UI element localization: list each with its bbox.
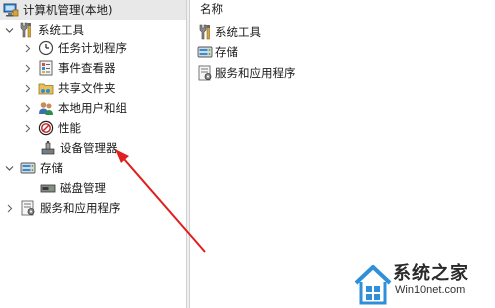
tree-item-label: 性能 bbox=[58, 121, 81, 135]
tree-item-device-manager[interactable]: 设备管理器 bbox=[0, 138, 118, 158]
tools-icon bbox=[197, 24, 213, 40]
chevron-right-icon[interactable] bbox=[21, 58, 33, 78]
list-item-label: 服务和应用程序 bbox=[215, 66, 296, 80]
tree-item-label: 设备管理器 bbox=[60, 141, 118, 155]
services-icon bbox=[197, 65, 213, 81]
disk-icon bbox=[40, 180, 56, 196]
tree-item-event-viewer[interactable]: 事件查看器 bbox=[0, 58, 116, 78]
users-icon bbox=[38, 100, 54, 116]
tree-item-label: 系统工具 bbox=[38, 23, 84, 37]
tree-item-label: 任务计划程序 bbox=[58, 41, 127, 55]
house-logo-icon bbox=[354, 265, 392, 305]
chevron-down-icon[interactable] bbox=[3, 20, 15, 40]
tree-item-root[interactable]: 计算机管理(本地) bbox=[0, 0, 186, 20]
navigation-tree: 计算机管理(本地) 系统工具 任务计划程序 事件查看器 共享文件夹 本地用户和组… bbox=[0, 0, 186, 308]
tree-item-label: 共享文件夹 bbox=[58, 81, 116, 95]
tree-item-storage[interactable]: 存储 bbox=[0, 158, 63, 178]
tree-item-performance[interactable]: 性能 bbox=[0, 118, 81, 138]
chevron-down-icon[interactable] bbox=[3, 158, 15, 178]
chevron-right-icon[interactable] bbox=[21, 78, 33, 98]
list-item-storage[interactable]: 存储 bbox=[197, 43, 238, 61]
watermark-logo: 系统之家 Win10net.com bbox=[352, 255, 495, 308]
tree-item-label: 磁盘管理 bbox=[60, 181, 106, 195]
performance-icon bbox=[38, 120, 54, 136]
tree-item-label: 服务和应用程序 bbox=[40, 201, 121, 215]
tree-item-system-tools[interactable]: 系统工具 bbox=[0, 20, 84, 40]
tree-item-shared-folders[interactable]: 共享文件夹 bbox=[0, 78, 116, 98]
computer-management-window: 计算机管理(本地) 系统工具 任务计划程序 事件查看器 共享文件夹 本地用户和组… bbox=[0, 0, 495, 308]
storage-icon bbox=[20, 160, 36, 176]
chevron-right-icon[interactable] bbox=[21, 98, 33, 118]
list-item-label: 系统工具 bbox=[215, 25, 261, 39]
services-icon bbox=[20, 200, 36, 216]
chevron-right-icon[interactable] bbox=[3, 198, 15, 218]
shared-folder-icon bbox=[38, 80, 54, 96]
computer-management-icon bbox=[3, 2, 19, 18]
tree-item-label: 本地用户和组 bbox=[58, 101, 127, 115]
clock-icon bbox=[38, 40, 54, 56]
list-item-system-tools[interactable]: 系统工具 bbox=[197, 23, 261, 41]
tree-item-label: 计算机管理(本地) bbox=[23, 3, 113, 17]
column-header-name[interactable]: 名称 bbox=[200, 0, 223, 18]
storage-icon bbox=[197, 44, 213, 60]
tools-icon bbox=[18, 22, 34, 38]
watermark-url: Win10net.com bbox=[395, 284, 466, 296]
tree-item-label: 存储 bbox=[40, 161, 63, 175]
device-manager-icon bbox=[40, 140, 56, 156]
tree-item-services-apps[interactable]: 服务和应用程序 bbox=[0, 198, 121, 218]
tree-item-local-users[interactable]: 本地用户和组 bbox=[0, 98, 127, 118]
chevron-right-icon[interactable] bbox=[21, 118, 33, 138]
tree-item-label: 事件查看器 bbox=[58, 61, 116, 75]
tree-item-disk-management[interactable]: 磁盘管理 bbox=[0, 178, 106, 198]
list-item-label: 存储 bbox=[215, 45, 238, 59]
tree-item-task-scheduler[interactable]: 任务计划程序 bbox=[0, 38, 127, 58]
chevron-right-icon[interactable] bbox=[21, 38, 33, 58]
watermark-title: 系统之家 bbox=[393, 263, 469, 284]
event-viewer-icon bbox=[38, 60, 54, 76]
list-item-services-apps[interactable]: 服务和应用程序 bbox=[197, 64, 296, 82]
